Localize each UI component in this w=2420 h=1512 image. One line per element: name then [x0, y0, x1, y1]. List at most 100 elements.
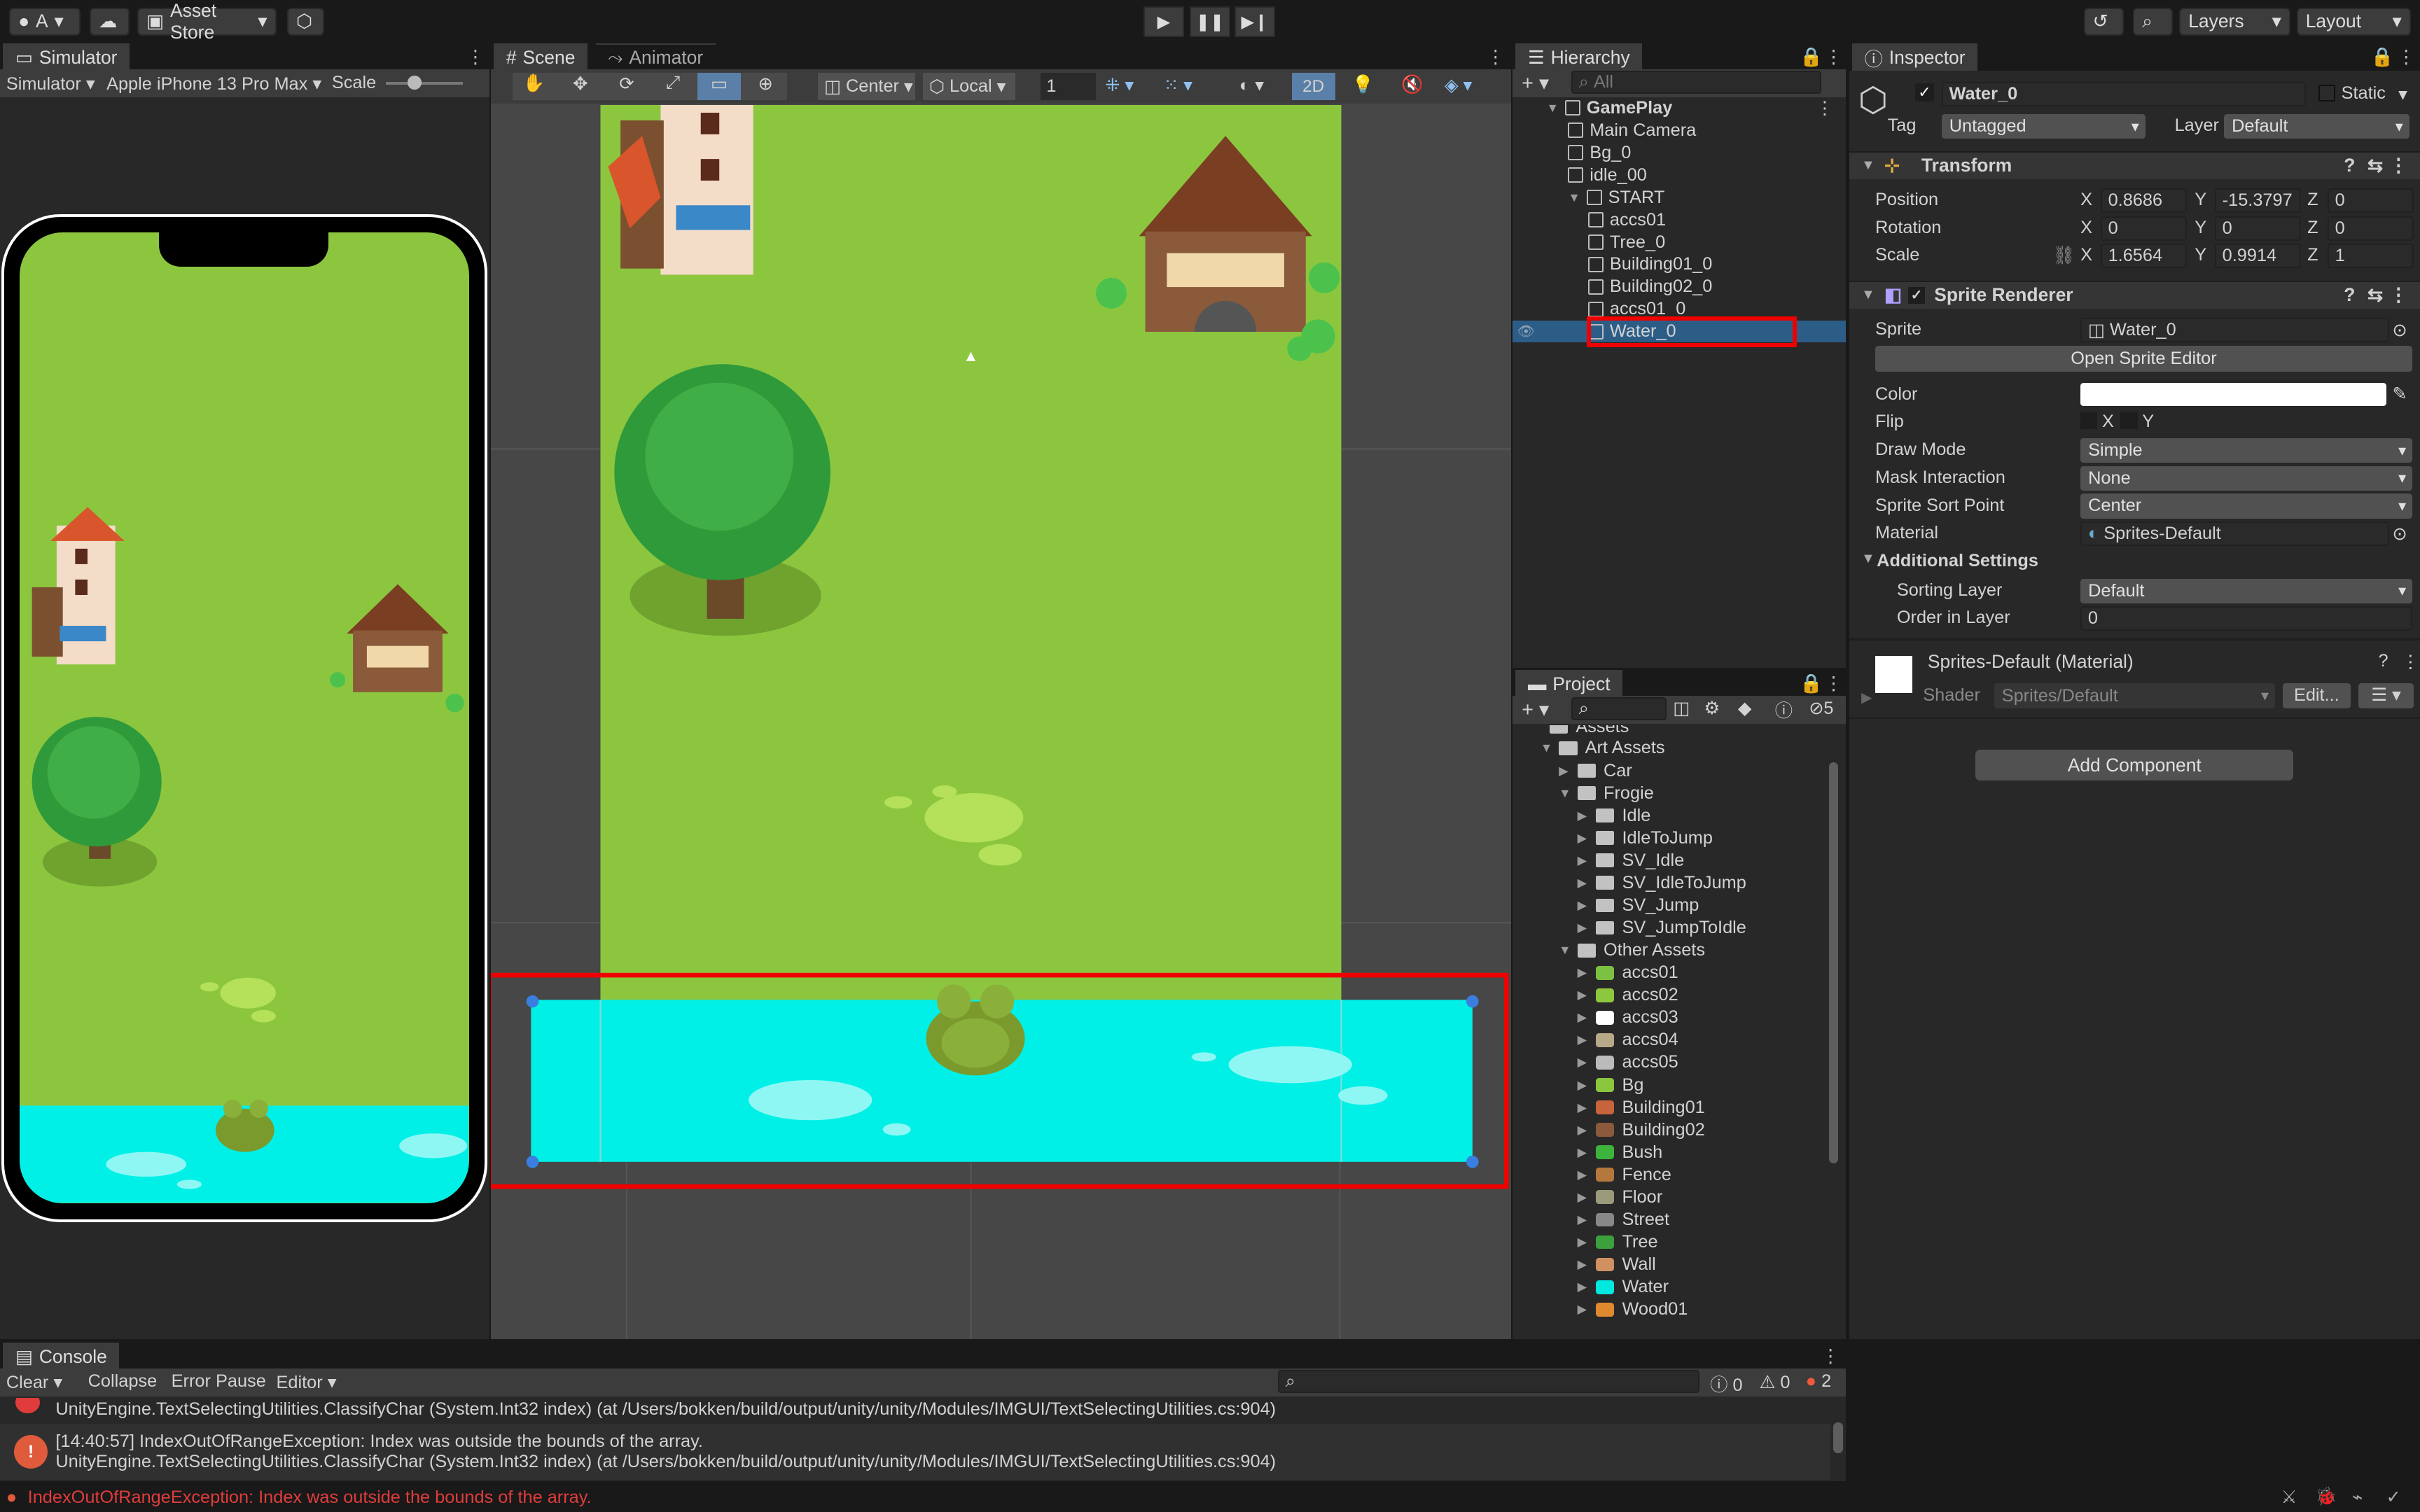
tab-simulator[interactable]: ▭ Simulator	[3, 43, 130, 71]
expand-icon[interactable]: ▶	[1559, 764, 1577, 778]
pivot-dropdown[interactable]: ◫ Center ▾	[818, 72, 915, 101]
project-item[interactable]: ▶ accs02	[1578, 984, 1678, 1006]
shading-icon[interactable]: ◐ ▾	[1239, 74, 1264, 96]
more-icon[interactable]: ⋮	[1821, 1345, 1840, 1367]
project-item[interactable]: ▶ SV_Jump	[1578, 895, 1699, 916]
flip-y-checkbox[interactable]	[2120, 412, 2138, 429]
console-scrollbar[interactable]	[1833, 1404, 1843, 1475]
project-item[interactable]: ▶ accs04	[1578, 1029, 1678, 1051]
more-icon[interactable]: ⋮	[1487, 46, 1505, 68]
label-icon[interactable]: ◆	[1738, 697, 1751, 719]
project-item[interactable]: ▶ Tree	[1578, 1231, 1658, 1253]
expand-icon[interactable]: ▶	[1578, 808, 1596, 823]
project-item[interactable]: ▶ IdleToJump	[1578, 827, 1713, 849]
project-item[interactable]: ▶ SV_JumpToIdle	[1578, 917, 1746, 939]
order-in-layer-field[interactable]: 0	[2080, 606, 2412, 631]
object-picker-icon[interactable]: ⊙	[2392, 523, 2407, 545]
hierarchy-item[interactable]: ▼ START	[1512, 187, 1846, 209]
step-button[interactable]: ▶❙	[1235, 6, 1275, 37]
audio-icon[interactable]: 🔇	[1401, 74, 1424, 95]
sprite-renderer-header[interactable]: ▼ ◧ ✓ Sprite Renderer ? ⇆ ⋮	[1849, 281, 2420, 309]
collapse-icon[interactable]: ▼	[1861, 551, 1875, 567]
expand-icon[interactable]: ▶	[1578, 920, 1596, 935]
scale-tool-icon[interactable]: ⤢	[651, 73, 695, 101]
rect-tool-icon[interactable]: ▭	[697, 72, 741, 101]
project-item[interactable]: ▼ Other Assets	[1559, 939, 1705, 961]
hierarchy-item[interactable]: Bg_0	[1512, 142, 1846, 164]
tab-inspector[interactable]: ⓘ Inspector	[1851, 43, 1978, 71]
transform-tool-icon[interactable]: ⊕	[744, 73, 787, 101]
editor-dropdown[interactable]: Editor ▾	[277, 1371, 337, 1393]
sprite-renderer-enabled-checkbox[interactable]: ✓	[1907, 286, 1925, 304]
expand-icon[interactable]: ▶	[1578, 1190, 1596, 1205]
expand-icon[interactable]: ▼	[1547, 101, 1565, 115]
project-item[interactable]: ▶ Car	[1559, 760, 1632, 782]
2d-toggle[interactable]: 2D	[1291, 72, 1335, 101]
simulator-mode-dropdown[interactable]: Simulator ▾	[6, 73, 95, 94]
project-item[interactable]: ▶ Water	[1578, 1276, 1669, 1298]
rotation-x-field[interactable]: 0	[2100, 216, 2188, 241]
expand-icon[interactable]: ▶	[1578, 898, 1596, 913]
more-icon[interactable]: ⋮	[1824, 673, 1842, 694]
preset-icon[interactable]: ⇆	[2367, 155, 2383, 176]
more-icon[interactable]: ⋮	[2397, 46, 2415, 68]
cloud-button[interactable]: ☁	[89, 8, 130, 36]
warning-icon[interactable]: ⓘ	[1775, 697, 1793, 722]
static-checkbox[interactable]	[2318, 85, 2335, 102]
grid-snap-icon[interactable]: ⁜ ▾	[1105, 74, 1134, 96]
project-item[interactable]: ▶ accs05	[1578, 1052, 1678, 1074]
preset-icon[interactable]: ⇆	[2367, 284, 2383, 306]
hierarchy-item[interactable]: Water_0 👁	[1512, 316, 1847, 347]
hierarchy-item[interactable]: Building01_0	[1512, 254, 1846, 276]
debug-icon[interactable]: 🐞	[2315, 1486, 2337, 1507]
active-checkbox[interactable]: ✓	[1915, 83, 1934, 102]
color-swatch[interactable]	[2080, 382, 2386, 406]
visibility-icon[interactable]: 👁	[1517, 323, 1535, 340]
project-search-input[interactable]: ⌕	[1571, 697, 1667, 721]
error-toggle[interactable]: ● 2	[1806, 1371, 1831, 1392]
collapse-button[interactable]: Collapse	[88, 1371, 158, 1392]
scale-slider-handle[interactable]	[407, 75, 422, 90]
sort-point-dropdown[interactable]: Center	[2080, 493, 2412, 519]
project-item[interactable]: ▶ Building02	[1578, 1119, 1705, 1141]
move-tool-icon[interactable]: ✥	[559, 73, 602, 101]
more-icon[interactable]: ⋮	[2389, 284, 2407, 306]
expand-icon[interactable]: ▶	[1578, 1257, 1596, 1272]
expand-icon[interactable]: ▶	[1578, 1010, 1596, 1025]
console-scrollbar-thumb[interactable]	[1833, 1422, 1843, 1454]
project-scrollbar[interactable]	[1828, 732, 1839, 1334]
project-item[interactable]: ▶ Bg	[1578, 1074, 1644, 1096]
expand-icon[interactable]: ▶	[1578, 1280, 1596, 1294]
flip-x-checkbox[interactable]	[2080, 412, 2098, 429]
shader-options-dropdown[interactable]: ☰ ▾	[2358, 683, 2414, 708]
scale-x-field[interactable]: 1.6564	[2100, 244, 2188, 269]
lock-icon[interactable]: 🔒	[1800, 673, 1823, 694]
hierarchy-item[interactable]: ▼ GamePlay ⋮	[1512, 97, 1846, 119]
lighting-icon[interactable]: 💡	[1352, 74, 1375, 95]
help-icon[interactable]: ?	[2344, 284, 2355, 306]
expand-icon[interactable]: ▶	[1578, 1145, 1596, 1160]
collapse-icon[interactable]: ▼	[1559, 943, 1577, 958]
warning-toggle[interactable]: ⚠ 0	[1760, 1371, 1790, 1393]
rotation-y-field[interactable]: 0	[2214, 216, 2302, 241]
cloud-status-icon[interactable]: ✓	[2386, 1486, 2401, 1508]
project-item[interactable]: ▶ accs01	[1578, 962, 1678, 983]
log-toggle[interactable]: ⓘ 0	[1710, 1371, 1742, 1396]
expand-icon[interactable]: ▶	[1578, 1168, 1596, 1182]
expand-icon[interactable]: ▶	[1578, 1055, 1596, 1070]
project-item[interactable]: ▶ SV_Idle	[1578, 850, 1685, 872]
expand-icon[interactable]: ▶	[1578, 1235, 1596, 1250]
more-icon[interactable]: ⋮	[1816, 97, 1833, 119]
name-field[interactable]: Water_0	[1941, 81, 2306, 107]
device-dropdown[interactable]: Apple iPhone 13 Pro Max ▾	[106, 73, 321, 94]
hierarchy-item[interactable]: Main Camera	[1512, 120, 1846, 141]
progress-icon[interactable]: ⚔	[2281, 1486, 2297, 1508]
mask-interaction-dropdown[interactable]: None	[2080, 465, 2412, 491]
position-y-field[interactable]: -15.3797	[2214, 188, 2302, 214]
chevron-down-icon[interactable]: ▾	[2398, 83, 2407, 105]
hierarchy-search-input[interactable]: ⌕ All	[1571, 71, 1821, 94]
snap-field[interactable]: 1	[1040, 72, 1096, 101]
console-search-input[interactable]: ⌕	[1277, 1370, 1699, 1394]
expand-icon[interactable]: ▶	[1578, 853, 1596, 868]
expand-icon[interactable]: ▶	[1578, 965, 1596, 980]
